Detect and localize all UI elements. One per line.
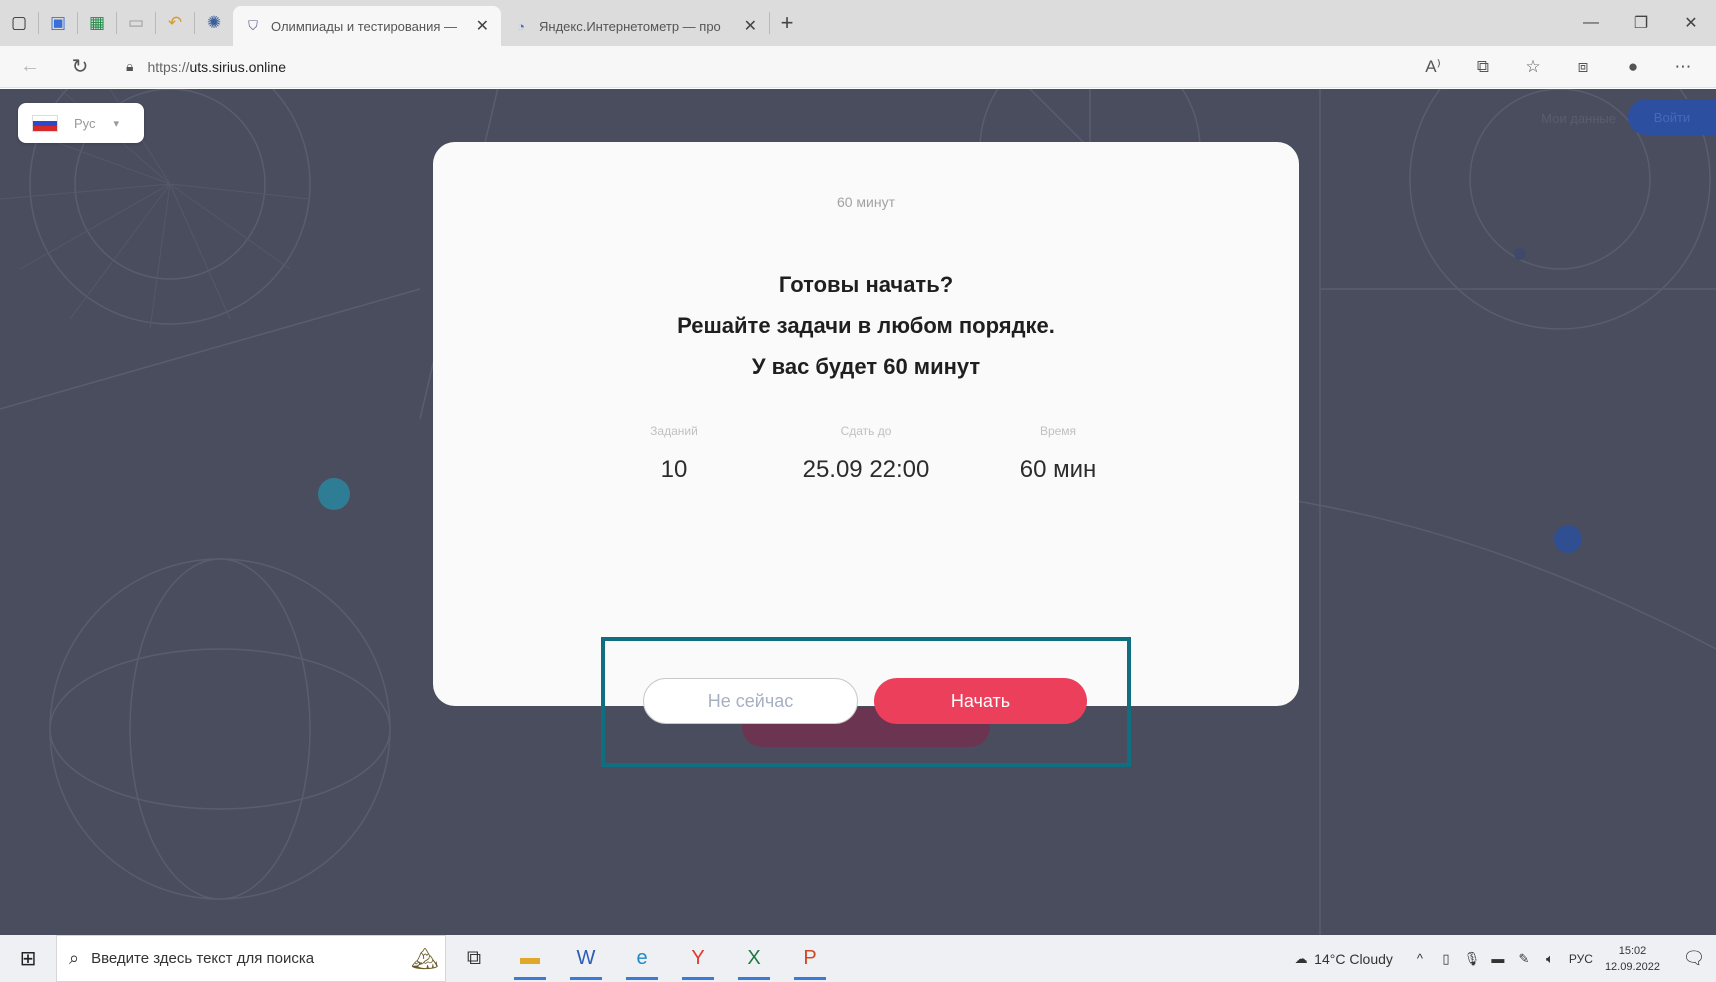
browser-tab-bar: ▢ ▣ ▦ ▭ ↶ ✺ ⛉ Олимпиады и тестирования —… — [0, 0, 1716, 46]
pinned-tab-icon[interactable]: ↶ — [156, 5, 194, 41]
close-tab-icon[interactable]: ✕ — [744, 16, 757, 36]
document-icon[interactable]: ▭ — [117, 5, 155, 41]
russia-flag-icon — [32, 114, 58, 132]
clock[interactable]: 15:02 12.09.2022 — [1605, 943, 1660, 975]
battery-icon[interactable]: ▯ — [1433, 951, 1459, 967]
chevron-down-icon: ▾ — [113, 117, 120, 130]
refresh-icon[interactable]: ↻ — [60, 51, 100, 83]
clock-time: 15:02 — [1618, 944, 1647, 957]
stat-label: Время — [1039, 424, 1077, 438]
powerpoint-icon[interactable]: P — [782, 935, 838, 982]
stat-value: 60 мин — [1019, 456, 1097, 483]
window-menu-icon[interactable]: ▢ — [0, 5, 38, 41]
modal-heading: Готовы начать? Решайте задачи в любом по… — [433, 264, 1299, 387]
stat-tasks: Заданий 10 — [564, 424, 784, 484]
notifications-icon[interactable]: 🗨︎ — [1672, 948, 1716, 969]
heading-line: Решайте задачи в любом порядке. — [677, 313, 1055, 338]
extensions-icon[interactable]: ⧉ — [1458, 51, 1508, 83]
start-test-modal: 60 минут Готовы начать? Решайте задачи в… — [433, 142, 1299, 706]
address-bar: ← ↻ 🔒︎ https://uts.sirius.online A⁾ ⧉ ☆ … — [0, 46, 1716, 88]
excel-icon[interactable]: X — [726, 935, 782, 982]
favorites-icon[interactable]: ☆ — [1508, 51, 1558, 83]
stat-deadline: Сдать до 25.09 22:00 — [756, 424, 976, 484]
input-language[interactable]: РУС — [1569, 952, 1593, 966]
tab-olympiads[interactable]: ⛉ Олимпиады и тестирования — ✕ — [233, 6, 501, 46]
stat-value: 25.09 22:00 — [802, 456, 930, 483]
edge-icon[interactable]: e — [614, 935, 670, 982]
back-icon[interactable]: ← — [10, 51, 50, 83]
chevron-up-icon[interactable]: ^ — [1407, 951, 1433, 966]
network-icon[interactable]: ▬ — [1485, 951, 1511, 966]
yandex-browser-icon[interactable]: Y — [670, 935, 726, 982]
url-host: uts.sirius.online — [189, 58, 286, 75]
window-controls: — ❐ ✕ — [1566, 0, 1716, 46]
shield-favicon-icon: ⛉ — [248, 18, 258, 33]
language-label: Рус — [74, 115, 96, 131]
duration-caption: 60 минут — [836, 194, 896, 210]
weather-text[interactable]: 14°C Cloudy — [1314, 951, 1393, 967]
read-aloud-icon[interactable]: A⁾ — [1408, 51, 1458, 83]
settings-tab-icon[interactable]: ✺ — [195, 5, 233, 41]
taskbar-search[interactable]: ⌕ Введите здесь текст для поиска 🏔︎ — [56, 935, 446, 982]
task-view-icon[interactable]: ⧉ — [446, 935, 502, 982]
search-placeholder: Введите здесь текст для поиска — [91, 950, 315, 967]
login-button[interactable]: Войти — [1628, 99, 1716, 135]
tab-yandex[interactable]: ◔ Яндекс.Интернетометр — про ✕ — [501, 6, 769, 46]
volume-icon[interactable]: 🔈︎ — [1537, 951, 1563, 967]
language-selector[interactable]: Рус ▾ — [18, 103, 144, 143]
windows-start-icon[interactable]: ⊞ — [0, 935, 56, 982]
clock-date: 12.09.2022 — [1604, 960, 1660, 973]
speedometer-favicon-icon: ◔ — [517, 18, 525, 34]
restore-icon[interactable]: ❐ — [1616, 0, 1666, 46]
close-window-icon[interactable]: ✕ — [1666, 0, 1716, 46]
file-explorer-icon[interactable]: ▬ — [502, 935, 558, 982]
stat-label: Заданий — [650, 424, 698, 438]
decor-dot — [1554, 525, 1582, 553]
search-highlight-art-icon: 🏔︎ — [411, 945, 439, 971]
lock-icon[interactable]: 🔒︎ — [126, 58, 133, 75]
decor-dot — [318, 478, 350, 510]
collections-icon[interactable]: ⧈ — [1558, 51, 1608, 83]
url-field[interactable]: https://uts.sirius.online — [147, 59, 286, 75]
sheets-icon[interactable]: ▦ — [78, 5, 116, 41]
address-bar-actions: A⁾ ⧉ ☆ ⧈ ● ⋯ — [1408, 46, 1708, 88]
close-tab-icon[interactable]: ✕ — [476, 16, 489, 36]
pen-icon[interactable]: ✎ — [1511, 951, 1537, 967]
stat-label: Сдать до — [840, 424, 892, 438]
tab-title: Олимпиады и тестирования — — [271, 18, 457, 34]
microphone-icon[interactable]: 🎙︎ — [1459, 951, 1485, 967]
heading-line: Готовы начать? — [778, 272, 954, 297]
url-prefix: https:// — [147, 58, 190, 75]
stat-value: 10 — [660, 456, 688, 483]
new-tab-icon[interactable]: + — [770, 10, 804, 36]
system-tray: ☁ 14°C Cloudy ^ ▯ 🎙︎ ▬ ✎ 🔈︎ РУС 15:02 12… — [1288, 935, 1716, 982]
more-menu-icon[interactable]: ⋯ — [1658, 51, 1708, 83]
heading-line: У вас будет 60 минут — [751, 354, 981, 379]
start-button[interactable]: Начать — [874, 678, 1087, 724]
search-icon: ⌕ — [69, 948, 80, 968]
minimize-icon[interactable]: — — [1566, 0, 1616, 46]
windows-taskbar: ⊞ ⌕ Введите здесь текст для поиска 🏔︎ ⧉ … — [0, 935, 1716, 982]
not-now-button[interactable]: Не сейчас — [643, 678, 858, 724]
stat-time: Время 60 мин — [948, 424, 1168, 484]
word-icon[interactable]: W — [558, 935, 614, 982]
cloud-weather-icon: ☁ — [1294, 950, 1308, 966]
workspaces-icon[interactable]: ▣ — [39, 5, 77, 41]
profile-link[interactable]: Мои данные — [1541, 111, 1616, 126]
profile-avatar-icon[interactable]: ● — [1608, 51, 1658, 83]
tab-title: Яндекс.Интернетометр — про — [539, 18, 721, 34]
